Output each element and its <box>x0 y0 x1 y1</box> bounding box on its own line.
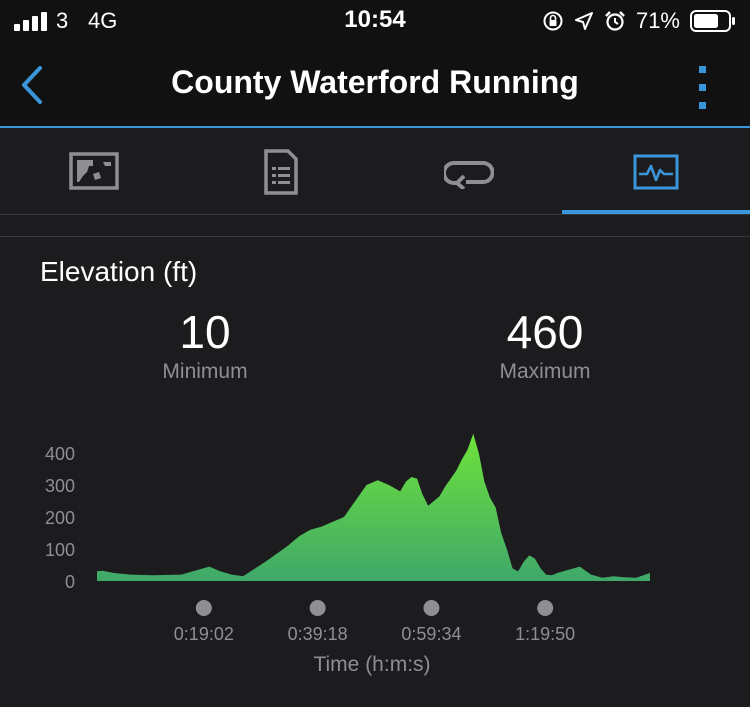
laps-loop-icon <box>443 160 494 189</box>
min-label: Minimum <box>162 360 248 383</box>
y-tick-label: 200 <box>45 508 75 528</box>
tab-details[interactable] <box>187 128 374 216</box>
tabs-divider <box>0 214 750 215</box>
max-label: Maximum <box>499 360 591 383</box>
y-tick-label: 400 <box>45 444 75 464</box>
tab-bar <box>0 128 750 216</box>
max-value: 460 <box>506 306 584 358</box>
y-tick-label: 300 <box>45 476 75 496</box>
location-arrow-icon <box>574 12 593 30</box>
y-tick-label: 100 <box>45 540 75 560</box>
min-stat: 10 Minimum <box>105 306 305 384</box>
map-icon <box>68 152 119 190</box>
tab-map[interactable] <box>0 128 187 216</box>
min-value: 10 <box>179 306 231 358</box>
max-stat: 460 Maximum <box>445 306 645 384</box>
chart-activity-icon <box>633 154 678 190</box>
x-tick-marker[interactable] <box>537 600 554 616</box>
x-tick-marker[interactable] <box>195 600 212 616</box>
x-tick-label: 0:39:18 <box>288 624 348 644</box>
y-tick-label: 0 <box>65 572 75 592</box>
x-tick-label: 0:19:02 <box>174 624 234 644</box>
x-axis-label: Time (h:m:s) <box>313 653 430 676</box>
section-divider <box>0 236 750 237</box>
alarm-icon <box>605 11 625 31</box>
battery-icon <box>690 10 735 32</box>
page-title: County Waterford Running <box>171 64 579 100</box>
x-tick-marker[interactable] <box>423 600 440 616</box>
x-tick-marker[interactable] <box>309 600 326 616</box>
tab-charts[interactable] <box>562 128 749 216</box>
x-tick-label: 0:59:34 <box>401 624 461 644</box>
kebab-menu-icon[interactable] <box>696 66 710 110</box>
status-bar: 3 4G 10:54 71% <box>0 0 750 44</box>
details-document-icon <box>263 149 298 195</box>
elevation-title: Elevation (ft) <box>40 256 198 287</box>
orientation-lock-icon <box>543 11 563 31</box>
tab-laps[interactable] <box>375 128 562 216</box>
x-tick-label: 1:19:50 <box>515 624 575 644</box>
status-right-group: 71% <box>542 6 736 36</box>
app-bar: County Waterford Running <box>0 44 750 128</box>
elevation-area <box>97 433 650 581</box>
battery-percent: 71% <box>635 8 680 33</box>
elevation-chart[interactable]: 400 300 200 100 0 0:19:02 0:39:18 0:59:34 1:19:5… <box>0 420 750 707</box>
